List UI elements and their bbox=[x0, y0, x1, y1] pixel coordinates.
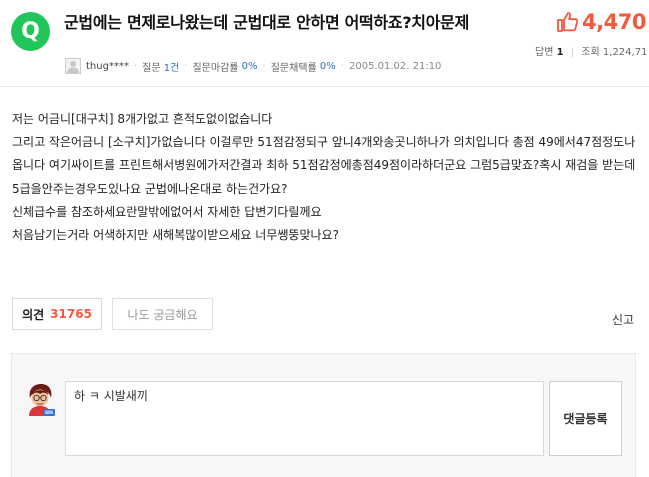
body-paragraph: 신체급수를 참조하세요란말밖에없어서 자세한 답변기다릴께요 bbox=[12, 204, 322, 219]
question-badge-icon: Q bbox=[11, 12, 50, 51]
opinion-label: 의견 bbox=[22, 307, 45, 322]
meta-dot: · bbox=[184, 60, 188, 72]
meta-dot: · bbox=[340, 60, 344, 72]
opinion-count: 31765 bbox=[50, 307, 92, 321]
body-paragraph: 저는 어금니[대구치] 8개가없고 흔적도없이없습니다 bbox=[12, 112, 273, 126]
meta-dot: · bbox=[262, 60, 266, 72]
views-count: 1,224,71 bbox=[602, 47, 648, 58]
question-date: 2005.01.02. 21:10 bbox=[348, 60, 442, 72]
body-paragraph: 그리고 작은어금니 [소구치]가없습니다 이걸루만 51점감정되구 앞니4개와송… bbox=[12, 135, 636, 196]
question-count-value: 1건 bbox=[163, 62, 180, 74]
thumbs-up-icon bbox=[557, 12, 579, 32]
question-meta: thug**** · 질문 1건 · 질문마감률 0% · 질문채택률 0% ·… bbox=[65, 58, 441, 74]
header-divider bbox=[0, 86, 649, 87]
views-label: 조회 bbox=[581, 47, 600, 58]
like-count: 4,470 bbox=[582, 10, 646, 34]
report-link[interactable]: 신고 bbox=[612, 311, 634, 328]
comment-submit-button[interactable]: 댓글등록 bbox=[549, 381, 622, 456]
question-count-label: 질문 bbox=[142, 62, 161, 74]
comment-input[interactable]: 하 ㅋ 시발새끼 bbox=[65, 381, 544, 456]
commenter-avatar-icon bbox=[29, 384, 55, 416]
question-title: 군법에는 면제로나왔는데 군법대로 안하면 어떡하죠?치아문제 bbox=[64, 13, 469, 32]
user-avatar-icon[interactable] bbox=[65, 58, 81, 74]
question-body: 저는 어금니[대구치] 8개가없고 흔적도없이없습니다 그리고 작은어금니 [소… bbox=[12, 108, 644, 247]
answers-count: 1 bbox=[556, 47, 564, 58]
meta-dot: · bbox=[133, 60, 138, 72]
adopt-rate-value: 0% bbox=[319, 60, 336, 72]
adopt-rate-label: 질문채택률 bbox=[270, 62, 317, 74]
like-button[interactable]: 4,470 bbox=[556, 10, 646, 34]
stats-divider: | bbox=[570, 47, 575, 58]
question-badge-label: Q bbox=[21, 19, 40, 44]
user-id-link[interactable]: thug**** bbox=[86, 61, 129, 72]
me-too-curious-button[interactable]: 나도 궁금해요 bbox=[112, 298, 213, 330]
close-rate-label: 질문마감률 bbox=[192, 62, 239, 74]
answers-label: 답변 bbox=[535, 47, 554, 58]
opinion-button[interactable]: 의견 31765 bbox=[12, 298, 102, 330]
person-silhouette-icon bbox=[67, 61, 79, 73]
close-rate-value: 0% bbox=[241, 60, 258, 72]
body-paragraph: 처음남기는거라 어색하지만 새해복많이받으세요 너무쌩뚱맞나요? bbox=[12, 228, 339, 243]
question-stats: 답변 1 | 조회 1,224,71 bbox=[535, 43, 647, 58]
